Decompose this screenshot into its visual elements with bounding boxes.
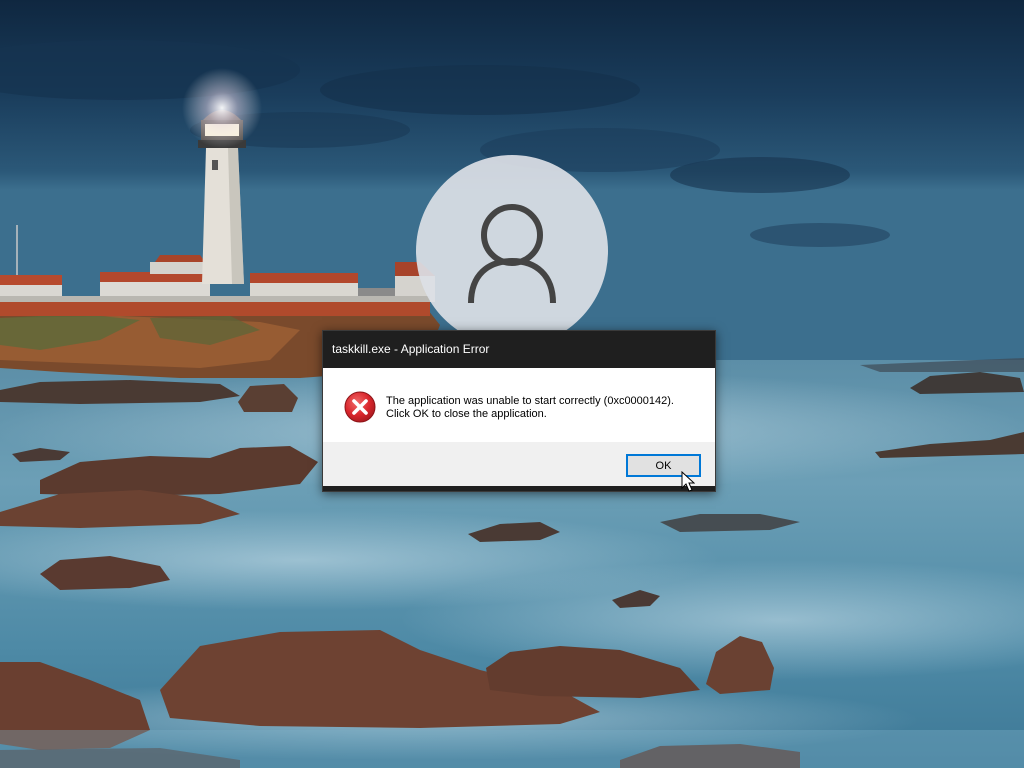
error-message-line-1: The application was unable to start corr… — [386, 395, 674, 407]
mouse-cursor-icon — [681, 471, 695, 492]
application-error-dialog: taskkill.exe - Application Error The app… — [322, 330, 716, 492]
dialog-title[interactable]: taskkill.exe - Application Error — [323, 331, 715, 368]
lock-screen: taskkill.exe - Application Error The app… — [0, 0, 1024, 768]
user-icon — [468, 204, 556, 304]
dialog-bottom-border — [323, 486, 715, 491]
error-icon — [344, 391, 376, 423]
error-message: The application was unable to start corr… — [386, 395, 706, 421]
error-message-line-2: Click OK to close the application. — [386, 408, 547, 420]
user-avatar — [416, 155, 608, 347]
dialog-footer: OK — [323, 442, 715, 486]
dialog-content: The application was unable to start corr… — [323, 368, 715, 442]
